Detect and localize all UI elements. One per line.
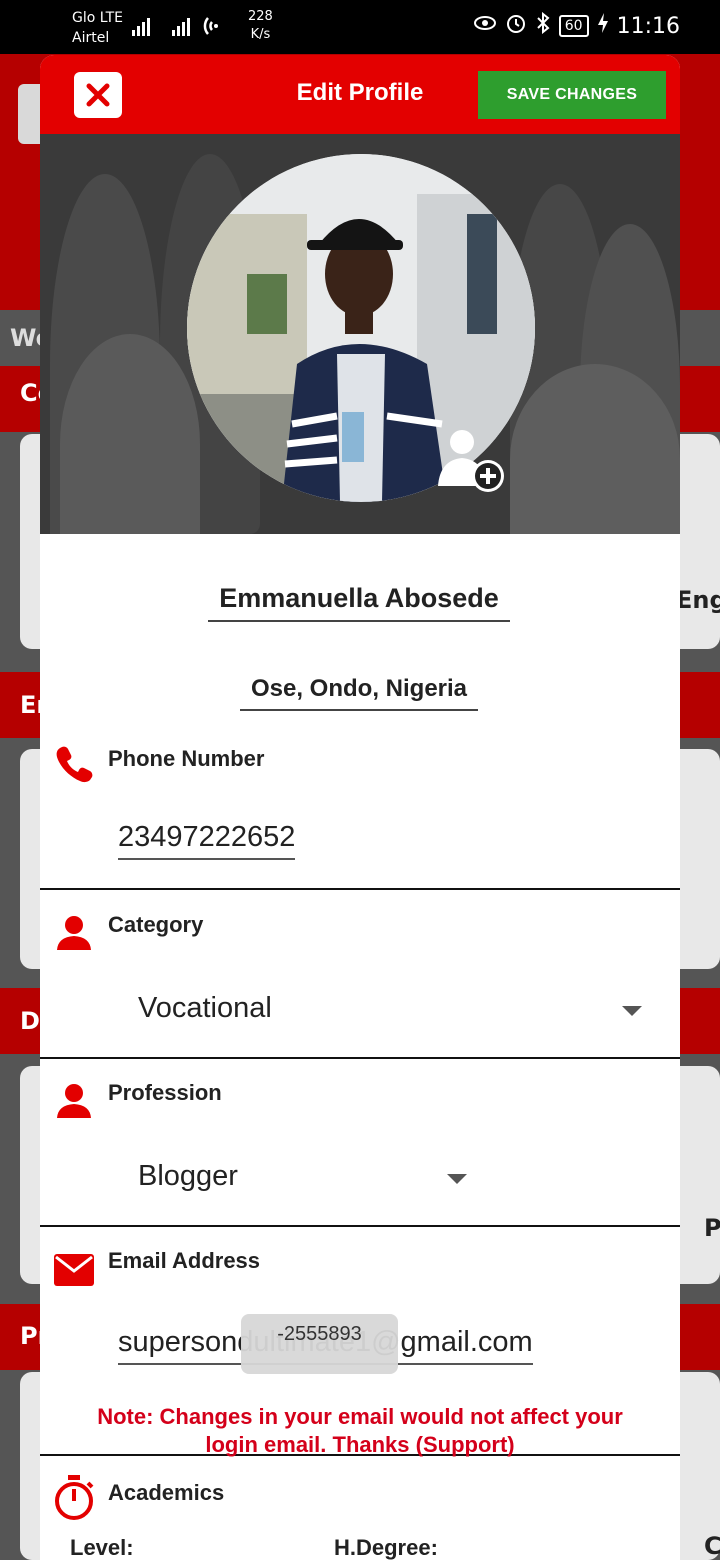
bg-text-c: C xyxy=(704,1532,720,1560)
chevron-down-icon[interactable] xyxy=(622,1006,642,1016)
phone-label: Phone Number xyxy=(108,746,265,771)
degree-label: H.Degree: xyxy=(334,1535,438,1560)
bg-text-d: D xyxy=(20,1007,40,1035)
profession-label: Profession xyxy=(108,1080,222,1105)
person-icon xyxy=(57,1084,91,1118)
timer-icon xyxy=(55,1475,94,1520)
mail-icon xyxy=(54,1254,94,1286)
phone-icon xyxy=(56,746,93,783)
charging-icon xyxy=(597,12,609,40)
alarm-icon xyxy=(505,12,527,40)
level-label: Level: xyxy=(70,1535,134,1560)
toast-message: -2555893 xyxy=(241,1314,398,1374)
network-speed: 228 K/s xyxy=(248,8,273,44)
dialog-header: Edit Profile SAVE CHANGES xyxy=(40,55,680,134)
profession-select[interactable]: Blogger xyxy=(138,1160,238,1193)
speed-value: 228 xyxy=(248,9,273,24)
eye-icon xyxy=(473,13,497,39)
bg-text-p: P xyxy=(704,1214,720,1242)
phone-section: Phone Number 23497222652 xyxy=(40,743,680,890)
speed-unit: K/s xyxy=(250,27,271,42)
bg-text-eng: Eng xyxy=(676,586,720,614)
save-changes-button[interactable]: SAVE CHANGES xyxy=(478,71,666,119)
note-line-2: login email. Thanks (Support) xyxy=(205,1432,515,1457)
note-line-1: Note: Changes in your email would not af… xyxy=(97,1404,623,1429)
carrier-2: Airtel xyxy=(72,30,110,46)
category-select[interactable]: Vocational xyxy=(138,992,272,1025)
academics-label: Academics xyxy=(108,1480,225,1505)
chevron-down-icon[interactable] xyxy=(447,1174,467,1184)
battery-level: 60 xyxy=(558,15,589,37)
carrier-names: Glo LTE Airtel xyxy=(72,8,123,48)
status-right: 60 11:16 xyxy=(473,11,680,40)
location-field[interactable]: Ose, Ondo, Nigeria xyxy=(240,675,478,711)
signal-icon xyxy=(128,12,238,45)
email-label: Email Address xyxy=(108,1248,261,1273)
bluetooth-icon xyxy=(535,11,551,40)
person-icon xyxy=(57,916,91,950)
status-bar: Glo LTE Airtel 228 K/s 60 11:16 xyxy=(0,0,720,54)
phone-input[interactable]: 23497222652 xyxy=(118,821,296,860)
email-note: Note: Changes in your email would not af… xyxy=(60,1403,660,1459)
category-label: Category xyxy=(108,912,204,937)
profession-section: Profession Blogger xyxy=(40,1080,680,1227)
add-photo-icon[interactable] xyxy=(432,420,512,500)
clock-time: 11:16 xyxy=(616,13,680,39)
cover-photo[interactable] xyxy=(40,134,680,534)
carrier-1: Glo LTE xyxy=(72,10,124,26)
name-field[interactable]: Emmanuella Abosede xyxy=(208,583,510,622)
category-section: Category Vocational xyxy=(40,912,680,1059)
